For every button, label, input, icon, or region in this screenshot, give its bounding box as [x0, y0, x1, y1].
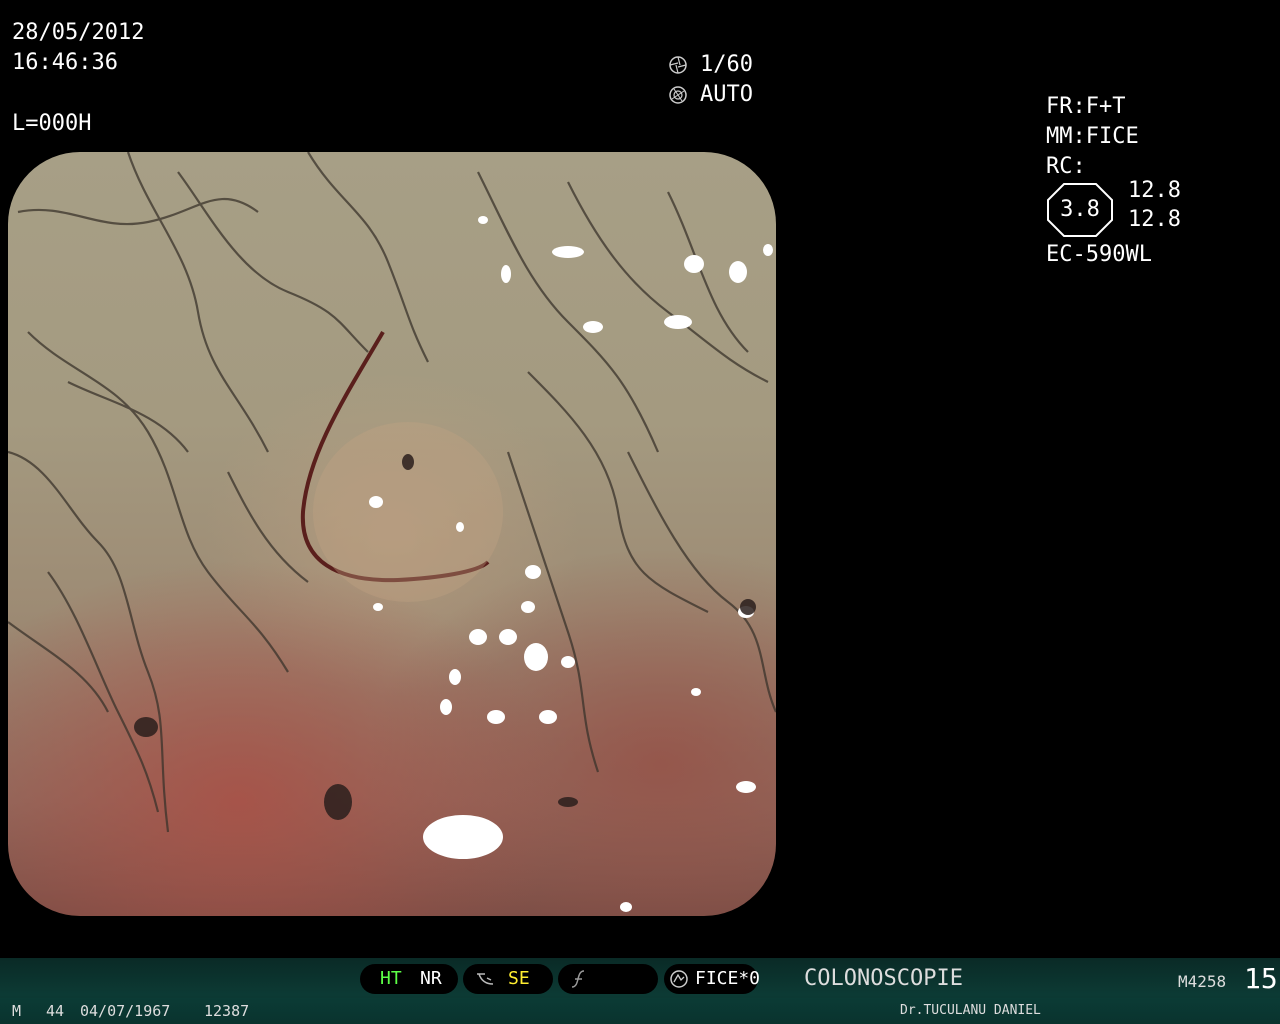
shutter-speed-text: 1/60 [700, 52, 753, 77]
mucosa-texture [8, 152, 776, 912]
doctor-name: Dr.TUCULANU DANIEL [900, 1003, 1041, 1018]
fice-icon [670, 970, 688, 988]
time-text: 16:46:36 [12, 50, 118, 75]
procedure-name: COLONOSCOPIE [804, 966, 963, 991]
memory-mode-text: MM:FICE [1046, 124, 1139, 149]
aperture-icon [669, 86, 687, 104]
record-code: M4258 [1178, 972, 1227, 991]
ht-label: HT [380, 968, 402, 989]
rc-value-bottom: 12.8 [1128, 207, 1181, 232]
ht-nr-indicator: HT NR [360, 964, 458, 994]
fice-indicator: FICE*0 [664, 964, 761, 994]
image-number: 15 [1244, 962, 1278, 995]
filter-indicator [558, 964, 658, 994]
patient-sex: M [12, 1002, 22, 1020]
date-text: 28/05/2012 [12, 20, 145, 45]
exposure-mode-text: AUTO [700, 82, 753, 107]
patient-info-bar: M 44 04/07/1967 12387 Dr.TUCULANU DANIEL [0, 998, 1280, 1024]
endoscopy-image [8, 152, 776, 916]
patient-dob: 04/07/1967 [80, 1002, 171, 1020]
level-text: L=000H [12, 111, 92, 136]
status-bar-top: HT NR SE FICE*0 COLONOSCOPIE M4258 15 [0, 958, 1280, 998]
se-indicator: SE [463, 964, 553, 994]
nr-label: NR [420, 968, 442, 989]
rc-value: 3.8 [1060, 197, 1100, 222]
status-bar: HT NR SE FICE*0 COLONOSCOPIE M4258 15 M … [0, 958, 1280, 1024]
rc-indicator: 3.8 12.8 12.8 [1046, 178, 1181, 240]
shutter-speed-row: 1/60 [668, 50, 753, 80]
shutter-block: 1/60 AUTO [668, 50, 753, 110]
scope-model-text: EC-590WL [1046, 242, 1152, 267]
fice-label: FICE*0 [695, 968, 761, 989]
polyp-body [313, 422, 503, 602]
exposure-mode-row: AUTO [668, 80, 753, 110]
rc-value-top: 12.8 [1128, 178, 1181, 203]
structure-enhance-icon [477, 973, 494, 985]
shutter-speed-icon [669, 56, 687, 74]
frame-mode-text: FR:F+T [1046, 94, 1126, 119]
date-time-block: 28/05/2012 16:46:36 [12, 18, 144, 78]
patient-id: 12387 [204, 1002, 250, 1020]
scope-params: FR:F+T MM:FICE RC: 3.8 12.8 12.8 EC-590W… [1046, 92, 1181, 270]
filter-icon [571, 970, 585, 988]
patient-age: 44 [46, 1002, 65, 1020]
se-label: SE [508, 968, 530, 989]
